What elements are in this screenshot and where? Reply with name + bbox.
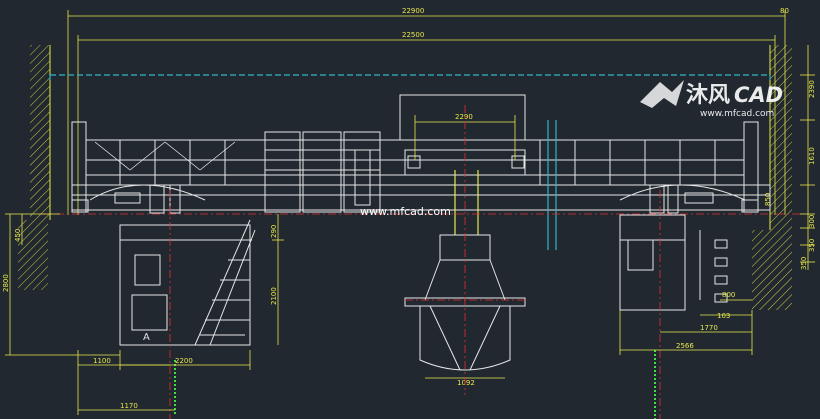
right-350a-label: 350 — [808, 239, 816, 252]
bottom-2200-label: 2200 — [175, 357, 193, 365]
center-watermark: www.mfcad.com — [360, 205, 451, 218]
left-2800-label: 2800 — [2, 274, 10, 292]
bottom-1170-label: 1170 — [120, 402, 138, 410]
right-300-label: 300 — [808, 215, 816, 228]
right-2390-label: 2390 — [808, 80, 816, 98]
left-wall — [18, 45, 51, 290]
truss-left — [94, 141, 236, 171]
view-marker-a: A — [143, 332, 150, 343]
right-350b-label: 350 — [800, 257, 808, 270]
mid-290-label: 290 — [270, 225, 278, 238]
right-cab — [619, 214, 728, 311]
end-truck-right — [619, 184, 759, 214]
brand-logo-icon — [640, 80, 684, 108]
machinery-left — [264, 131, 381, 213]
right-850-label: 850 — [764, 193, 772, 206]
centerlines — [40, 105, 800, 419]
roof-line — [49, 74, 771, 80]
operator-cab — [119, 219, 256, 346]
right-2566-label: 2566 — [676, 342, 694, 350]
brand-watermark: 沐风 CAD www.mfcad.com — [640, 80, 783, 119]
bridge-girder — [71, 121, 771, 213]
brand-url-text: www.mfcad.com — [700, 109, 774, 119]
hoist-ropes — [454, 170, 479, 235]
right-800-label: 800 — [722, 291, 735, 299]
mid-2100-label: 2100 — [270, 287, 278, 305]
span-outer-label: 22900 — [402, 7, 424, 15]
left-450-label: 450 — [14, 229, 22, 242]
trolley — [399, 94, 526, 176]
grab-width-label: 1092 — [457, 379, 475, 387]
brand-en-text: CAD — [734, 83, 783, 107]
crane-drawing-canvas: 22900 22500 80 2290 A 1092 450 2800 290 … — [2, 7, 816, 419]
trolley-gauge-label: 2290 — [455, 113, 473, 121]
span-dimensions: 22900 22500 80 — [67, 7, 789, 215]
brand-cn-text: 沐风 — [686, 83, 730, 108]
right-1610-label: 1610 — [808, 147, 816, 165]
right-1770-label: 1770 — [700, 324, 718, 332]
right-top-label: 80 — [780, 7, 789, 15]
end-truck-left — [71, 184, 206, 214]
green-labels — [174, 350, 656, 419]
span-inner-label: 22500 — [402, 31, 424, 39]
right-103-label: 103 — [717, 312, 730, 320]
bottom-1100-label: 1100 — [93, 357, 111, 365]
